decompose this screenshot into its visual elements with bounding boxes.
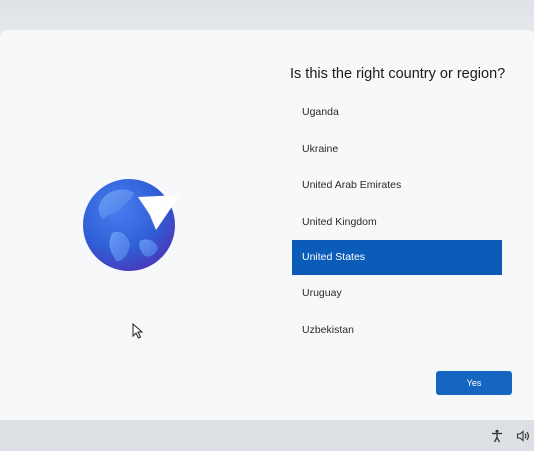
country-item-united-states-selected[interactable]: United States — [292, 240, 502, 275]
volume-icon[interactable] — [516, 429, 530, 443]
illustration-pane — [0, 30, 268, 420]
taskbar — [0, 420, 534, 451]
globe-with-paper-plane-icon — [82, 175, 182, 275]
desktop-top-strip — [0, 0, 534, 30]
page-title: Is this the right country or region? — [290, 66, 506, 82]
country-item-uzbekistan[interactable]: Uzbekistan — [292, 312, 502, 349]
country-item-ukraine[interactable]: Ukraine — [292, 131, 502, 168]
oobe-card: Is this the right country or region? Uga… — [0, 30, 534, 420]
yes-button[interactable]: Yes — [436, 371, 512, 395]
accessibility-icon[interactable] — [490, 429, 504, 443]
country-item-united-kingdom[interactable]: United Kingdom — [292, 204, 502, 241]
country-item-united-arab-emirates[interactable]: United Arab Emirates — [292, 167, 502, 204]
mouse-cursor-icon — [132, 322, 144, 339]
country-item-uganda[interactable]: Uganda — [292, 94, 502, 131]
country-item-uruguay[interactable]: Uruguay — [292, 275, 502, 312]
country-list[interactable]: Uganda Ukraine United Arab Emirates Unit… — [292, 94, 502, 348]
